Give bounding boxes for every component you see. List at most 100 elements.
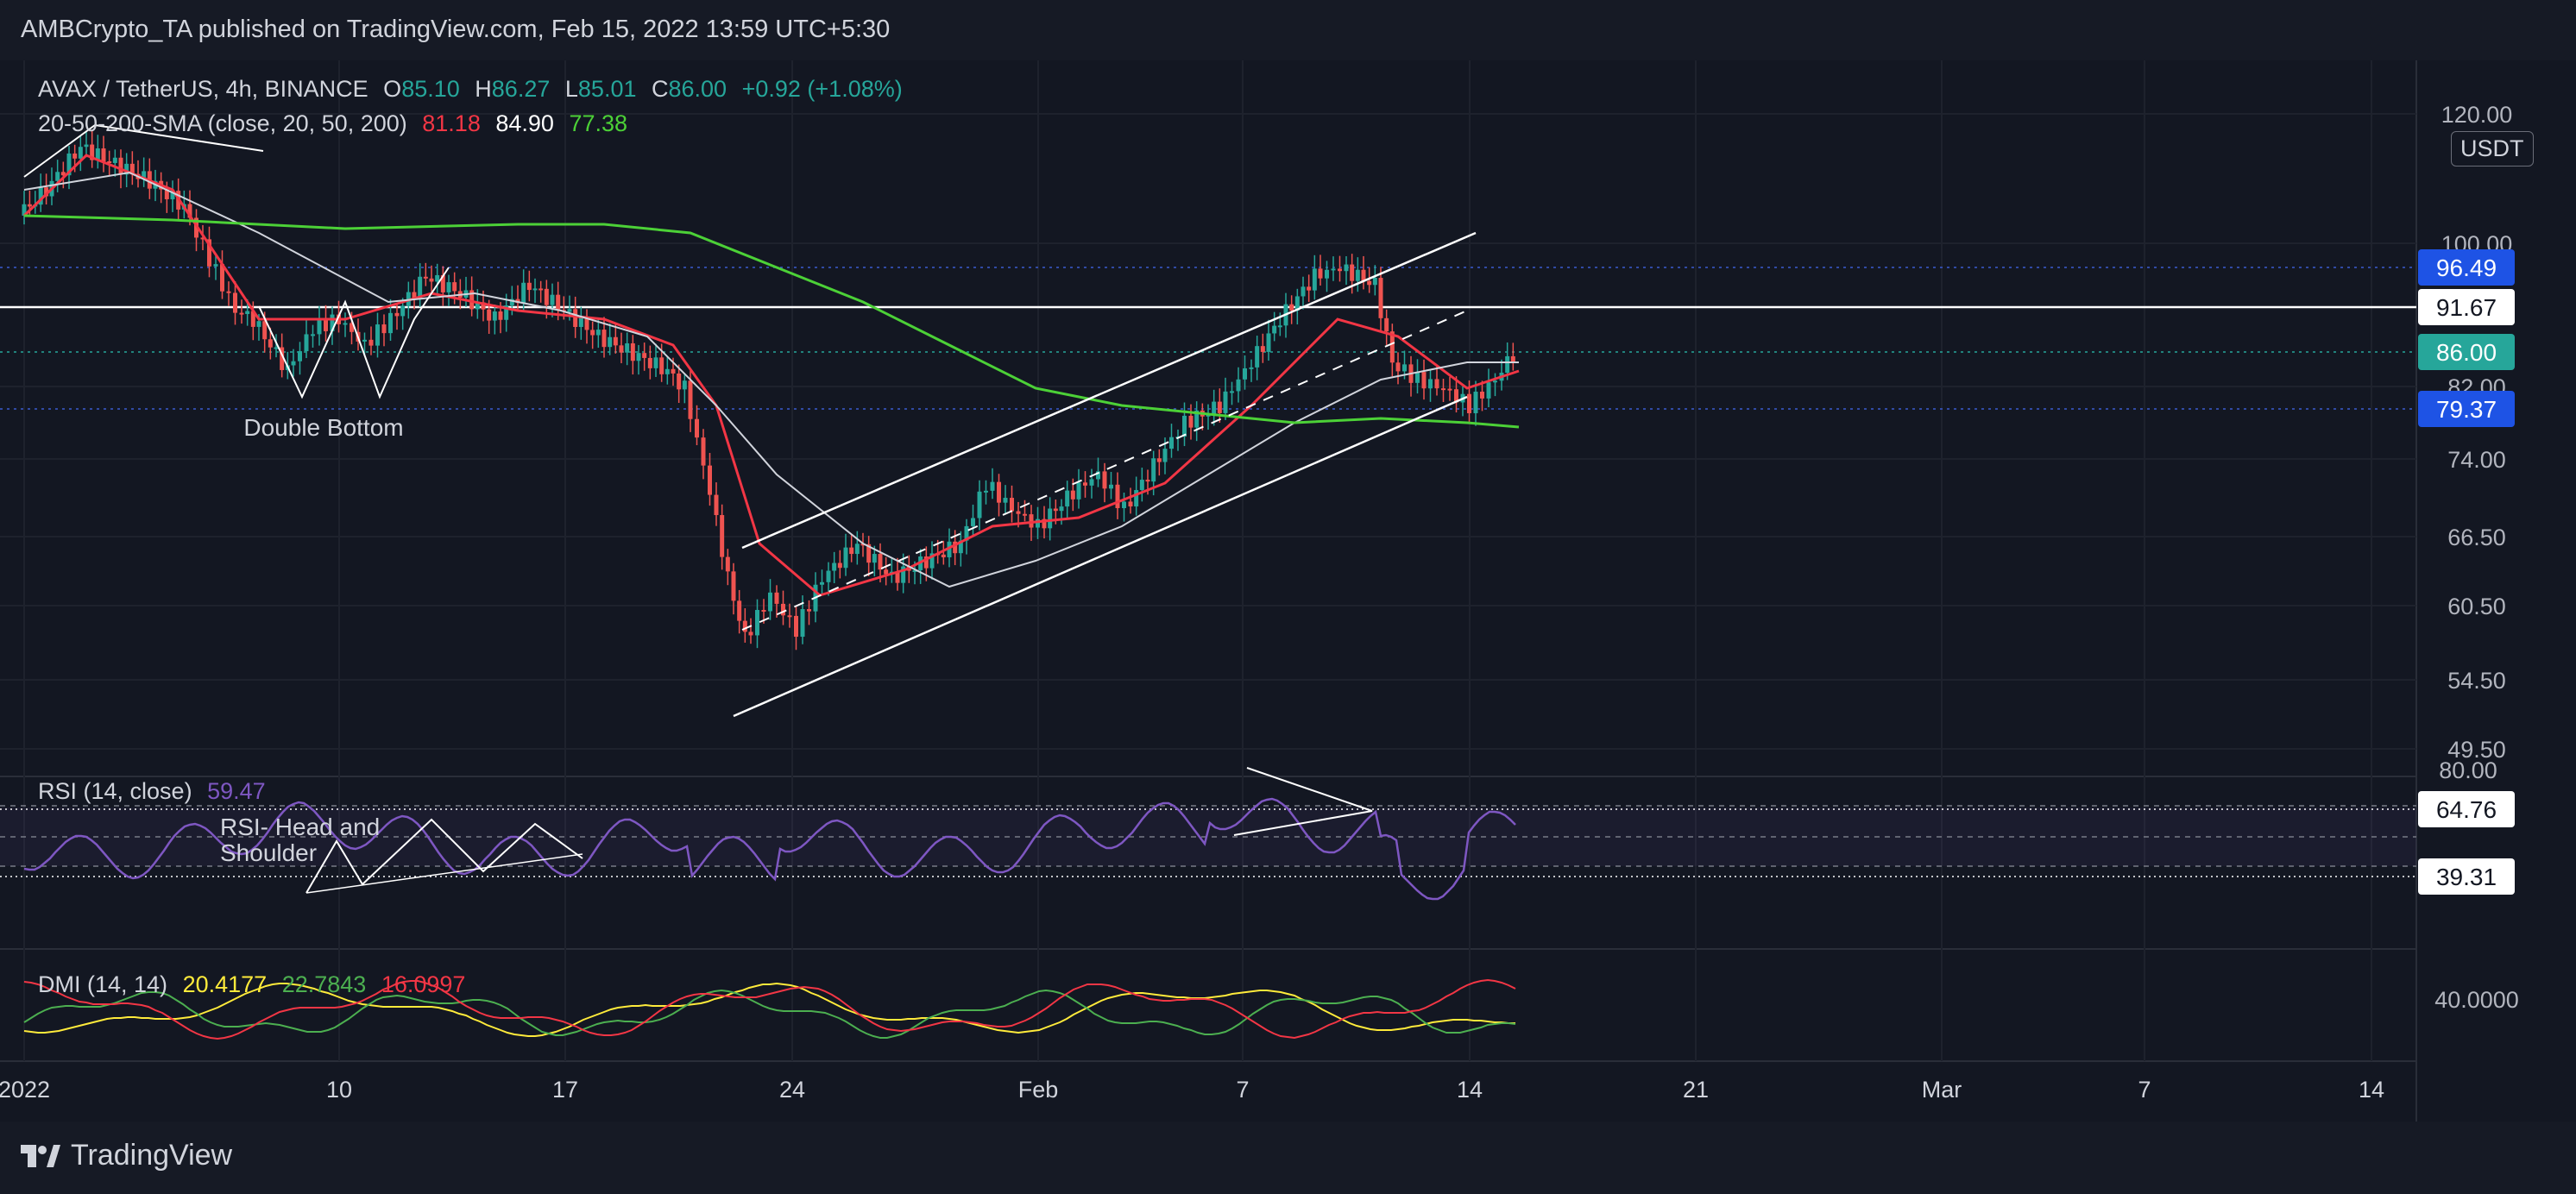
time-axis-label: 14 [2359, 1077, 2384, 1103]
candle-body [1384, 317, 1389, 332]
price-axis-label: 120.00 [2441, 102, 2513, 128]
candle-body [854, 544, 860, 555]
time-axis-label: 17 [552, 1077, 578, 1103]
candle-body [1212, 401, 1217, 414]
candle-body [1089, 479, 1094, 486]
candle-body [578, 317, 583, 327]
candle-body [1480, 391, 1484, 399]
candle-body [807, 609, 811, 612]
candle-body [550, 294, 555, 305]
candle-body [1023, 513, 1027, 516]
candle-body [375, 324, 380, 346]
candle-body [298, 351, 302, 361]
candle-body [388, 312, 393, 334]
candle-body [884, 569, 889, 575]
rsi-annotation-line: Shoulder [220, 839, 317, 866]
candle-body [625, 342, 630, 353]
candle-body [1505, 355, 1510, 374]
candle-body [452, 282, 457, 292]
candle-body [990, 481, 995, 491]
candle-body [1318, 268, 1323, 279]
candle-body [118, 157, 123, 175]
time-axis-label: 10 [326, 1077, 352, 1103]
candle-body [1266, 333, 1271, 352]
grid [0, 60, 2417, 1122]
sma-lines [22, 154, 1520, 597]
candle-body [532, 288, 538, 291]
candle-body [521, 282, 526, 304]
candle-body [1367, 280, 1372, 286]
candle-body [1188, 415, 1194, 428]
adx-value: 20.4177 [182, 971, 268, 997]
candle-body [971, 518, 975, 526]
candle-body [595, 330, 601, 336]
candle-body [55, 172, 60, 181]
candle-body [1182, 415, 1187, 437]
price-chart-svg[interactable]: Double Bottom RSI- Head andShoulder 2022… [0, 60, 2576, 1122]
axes: 2022 10 17 24 Feb 7 14 21 Mar 7 14120.00100.0082.0… [0, 102, 2519, 1103]
candle-body [1372, 278, 1377, 286]
candle-body [487, 309, 492, 321]
candle-body [368, 339, 374, 346]
candle-body [446, 282, 451, 292]
candle-body [878, 554, 883, 570]
footer-brand[interactable]: TradingView [21, 1139, 232, 1172]
candle-body [213, 264, 218, 267]
chart-area[interactable]: Double Bottom RSI- Head and Shoulder 2022… [0, 60, 2576, 1122]
sma20-line [22, 154, 1520, 597]
plus-di-value: 22.7843 [281, 971, 367, 997]
candle-body [1289, 304, 1294, 311]
currency-badge[interactable]: USDT [2451, 131, 2534, 167]
candle-body [725, 556, 730, 572]
candle-body [787, 615, 792, 618]
candle-body [291, 361, 296, 366]
time-axis-label: 7 [1236, 1077, 1249, 1103]
candle-body [1344, 264, 1349, 272]
candle-body [84, 144, 89, 148]
candle-body [737, 600, 742, 621]
candle-body [304, 334, 309, 352]
candle-body [1493, 380, 1497, 383]
candle-body [941, 554, 946, 558]
candle-body [1312, 268, 1317, 291]
candle-body [748, 632, 753, 636]
candle-body [794, 615, 798, 638]
candle-body [653, 357, 658, 368]
channel-upper-line [741, 231, 1477, 550]
candle-body [642, 353, 647, 358]
candle-body [317, 317, 322, 335]
symbol-title: AVAX / TetherUS, 4h, BINANCE [38, 76, 368, 102]
candle-body [418, 276, 423, 298]
candle-body [233, 292, 237, 313]
candle-body [1169, 437, 1174, 449]
rsi-label: RSI (14, close) [38, 778, 192, 804]
candle-body [1331, 268, 1336, 271]
candle-body [112, 157, 117, 163]
close-value: 86.00 [668, 76, 727, 102]
footer-brand-text: TradingView [71, 1139, 233, 1172]
candle-body [1070, 490, 1075, 500]
close-label: C [652, 76, 669, 102]
candle-body [526, 282, 532, 291]
candle-body [1010, 498, 1014, 512]
candle-body [1065, 490, 1070, 507]
candle-body [1003, 498, 1008, 503]
candle-body [429, 278, 434, 282]
candle-body [1236, 379, 1241, 392]
candle-body [619, 345, 624, 353]
candle-body [608, 336, 613, 348]
candle-body [701, 437, 706, 466]
sma20-value: 81.18 [422, 110, 481, 136]
time-axis-label: 14 [1457, 1077, 1483, 1103]
candle-body [567, 309, 572, 312]
candle-body [1260, 346, 1265, 352]
open-label: O [383, 76, 402, 102]
high-label: H [475, 76, 492, 102]
candle-body [1421, 372, 1427, 389]
rsi-axis-top: 80.00 [2439, 757, 2497, 783]
candle-body [820, 581, 824, 585]
candle-body [343, 323, 348, 325]
candle-body [1128, 501, 1133, 507]
candle-body [1016, 511, 1021, 514]
candle-body [1243, 368, 1247, 380]
